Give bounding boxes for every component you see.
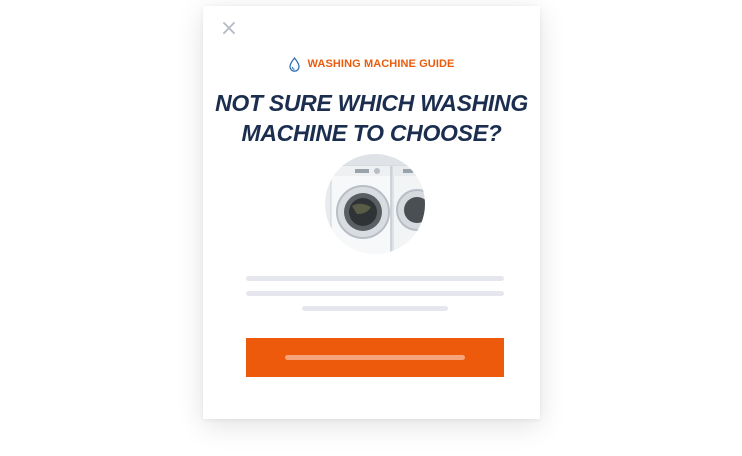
title-line-1: NOT SURE WHICH WASHING: [215, 90, 528, 116]
cta-button-label-placeholder: [285, 355, 465, 360]
placeholder-text-line: [246, 291, 504, 296]
water-drop-icon: [288, 56, 300, 72]
eyebrow-label: WASHING MACHINE GUIDE: [307, 58, 455, 70]
title-line-2: MACHINE TO CHOOSE?: [241, 120, 502, 146]
placeholder-text-line: [246, 276, 504, 281]
modal-title: NOT SURE WHICH WASHING MACHINE TO CHOOSE…: [203, 88, 540, 148]
close-icon[interactable]: ×: [219, 18, 239, 40]
guide-modal: × WASHING MACHINE GUIDE NOT SURE WHICH W…: [203, 6, 540, 419]
cta-button[interactable]: [246, 338, 504, 377]
eyebrow: WASHING MACHINE GUIDE: [203, 55, 540, 73]
washing-machines-photo: [325, 154, 425, 254]
placeholder-text-line: [302, 306, 448, 311]
